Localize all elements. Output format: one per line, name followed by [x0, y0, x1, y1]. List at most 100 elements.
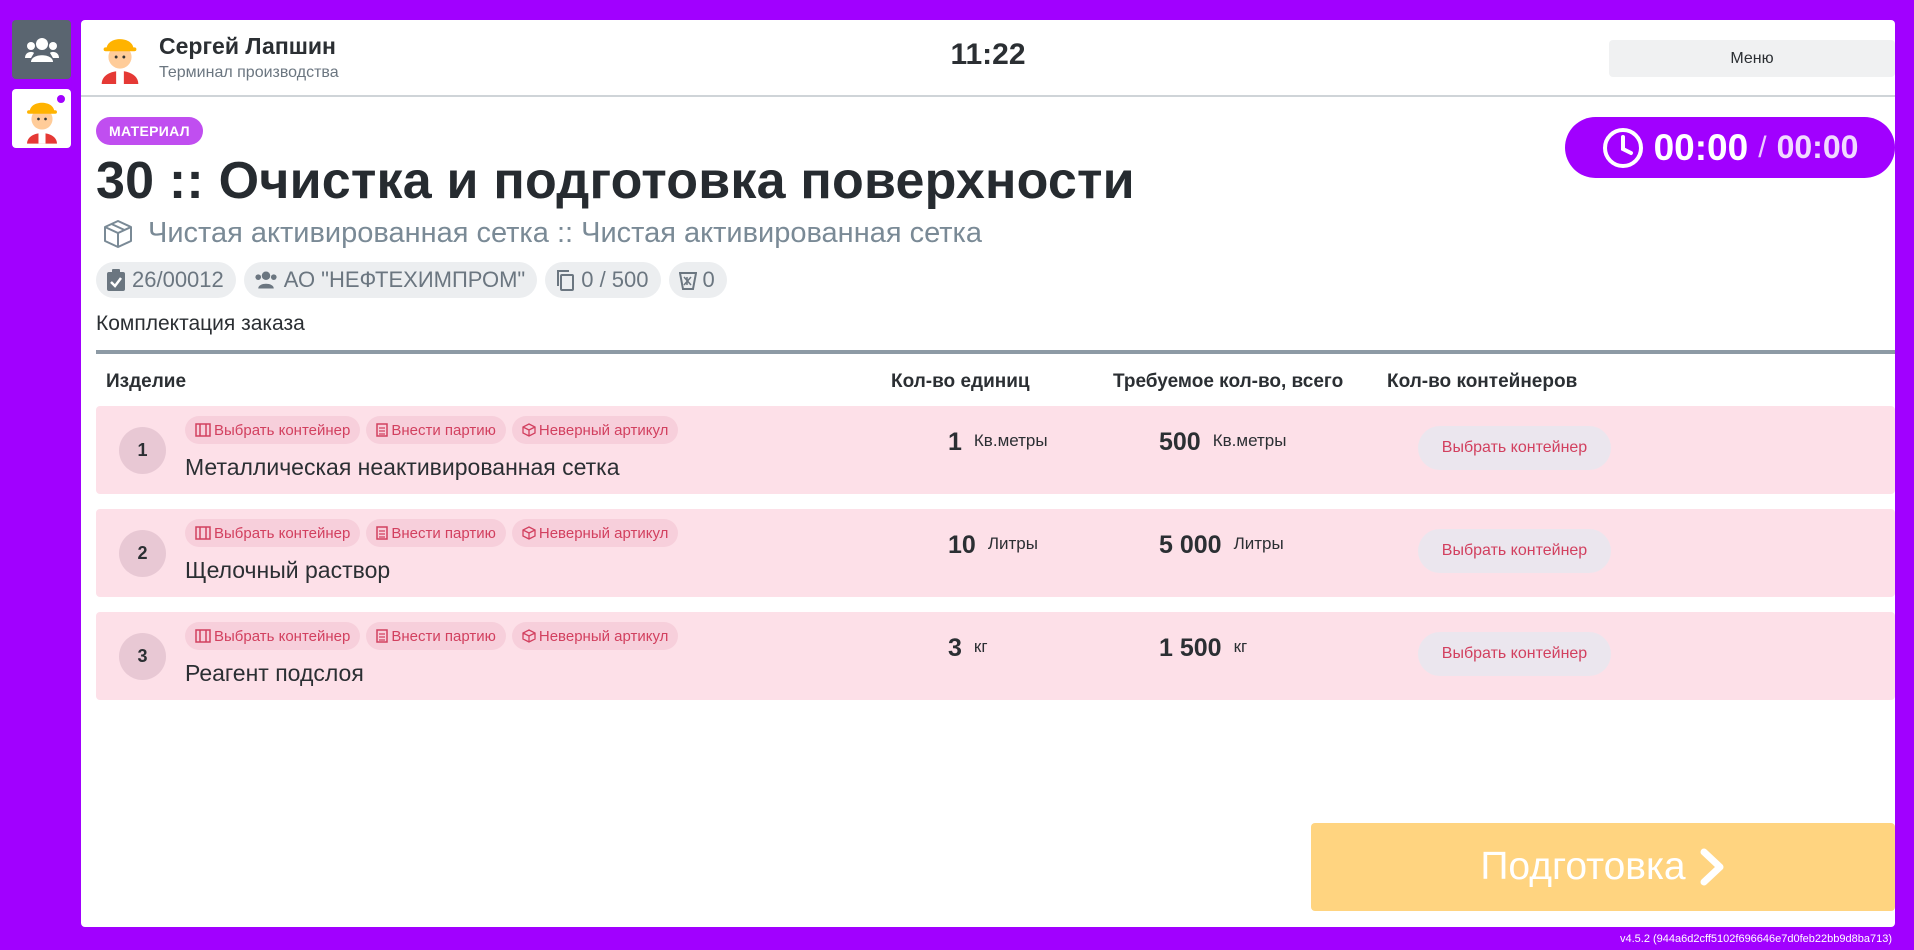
tag-label: Неверный артикул	[538, 421, 669, 439]
chevron-right-icon	[1700, 848, 1724, 886]
section-title: Комплектация заказа	[96, 312, 305, 335]
tag-label: Внести партию	[391, 524, 496, 542]
select-container-tag[interactable]: Выбрать контейнер	[185, 416, 361, 444]
required-uom: кг	[1233, 637, 1248, 656]
required-qty: 5 000 Литры	[1159, 531, 1284, 560]
row-number: 1	[119, 427, 166, 474]
row-number: 2	[119, 530, 166, 577]
units-value: 1	[948, 428, 962, 456]
order-chip: 26/00012	[96, 262, 236, 298]
units-qty: 1 Кв.метры	[948, 428, 1048, 457]
header: Сергей Лапшин Терминал производства 11:2…	[81, 20, 1895, 97]
tag-label: Выбрать контейнер	[214, 524, 351, 542]
timer-elapsed: 00:00	[1653, 126, 1749, 168]
main-panel: Сергей Лапшин Терминал производства 11:2…	[81, 20, 1895, 927]
worker-avatar-icon	[101, 39, 139, 84]
tag-label: Выбрать контейнер	[214, 627, 351, 645]
users-button[interactable]	[12, 20, 71, 79]
order-number: 26/00012	[132, 267, 224, 292]
status-dot	[55, 93, 67, 105]
left-rail	[12, 20, 71, 158]
tag-label: Неверный артикул	[538, 524, 669, 542]
wrong-article-tag[interactable]: Неверный артикул	[511, 519, 679, 547]
item-name: Реагент подслоя	[185, 660, 364, 686]
tag-label: Выбрать контейнер	[214, 421, 351, 439]
user-name: Сергей Лапшин	[159, 33, 336, 59]
enter-batch-tag[interactable]: Внести партию	[366, 622, 506, 650]
timer-separator: /	[1758, 130, 1767, 164]
row-tags: Выбрать контейнер Внести партию Неверный…	[185, 622, 679, 650]
container-icon	[195, 423, 211, 437]
progress-chip: 0 / 500	[545, 262, 661, 298]
required-value: 500	[1159, 428, 1201, 456]
select-container-button[interactable]: Выбрать контейнер	[1418, 426, 1611, 470]
material-badge: МАТЕРИАЛ	[96, 117, 203, 145]
timer-planned: 00:00	[1776, 129, 1859, 165]
required-value: 5 000	[1159, 531, 1222, 559]
operation-content: МАТЕРИАЛ 00:00 / 00:00 30 :: Очистка и п…	[96, 117, 1895, 715]
header-units: Кол-во единиц	[891, 371, 1030, 392]
version-label: v4.5.2 (944a6d2cff5102f696646e7d0feb22bb…	[1620, 933, 1892, 945]
cube-icon	[522, 629, 536, 643]
timer: 00:00 / 00:00	[1565, 117, 1895, 178]
required-uom: Литры	[1233, 534, 1284, 553]
item-name: Металлическая неактивированная сетка	[185, 454, 620, 480]
units-uom: кг	[973, 637, 988, 656]
cube-icon	[522, 526, 536, 540]
cube-icon	[522, 423, 536, 437]
wrong-article-tag[interactable]: Неверный артикул	[511, 416, 679, 444]
waste-bin-icon	[678, 272, 697, 290]
units-qty: 10 Литры	[948, 531, 1038, 560]
units-uom: Литры	[987, 534, 1038, 553]
current-worker-button[interactable]	[12, 89, 71, 148]
next-step-button[interactable]: Подготовка	[1311, 823, 1895, 911]
row-tags: Выбрать контейнер Внести партию Неверный…	[185, 416, 679, 444]
units-uom: Кв.метры	[973, 431, 1048, 450]
select-container-tag[interactable]: Выбрать контейнер	[185, 519, 361, 547]
user-role: Терминал производства	[159, 64, 339, 81]
customer-name: АО "НЕФТЕХИМПРОМ"	[283, 267, 526, 292]
header-item: Изделие	[106, 371, 187, 392]
list-icon	[376, 526, 389, 540]
users-icon	[24, 37, 59, 62]
units-value: 3	[948, 634, 962, 662]
waste-chip: 0	[668, 262, 727, 298]
wrong-article-tag[interactable]: Неверный артикул	[511, 622, 679, 650]
tag-label: Внести партию	[391, 627, 496, 645]
select-container-tag[interactable]: Выбрать контейнер	[185, 622, 361, 650]
waste-count: 0	[702, 267, 715, 292]
customer-chip: АО "НЕФТЕХИМПРОМ"	[243, 262, 538, 298]
table-row: 2 Выбрать контейнер Внести партию Неверн…	[96, 509, 1895, 597]
enter-batch-tag[interactable]: Внести партию	[366, 519, 506, 547]
progress-count: 0 / 500	[581, 267, 649, 292]
select-container-button[interactable]: Выбрать контейнер	[1418, 529, 1611, 573]
container-icon	[195, 526, 211, 540]
units-qty: 3 кг	[948, 634, 988, 663]
copy-icon	[557, 270, 575, 291]
table-row: 1 Выбрать контейнер Внести партию Неверн…	[96, 406, 1895, 494]
clipboard-check-icon	[107, 269, 125, 291]
row-tags: Выбрать контейнер Внести партию Неверный…	[185, 519, 679, 547]
tag-label: Внести партию	[391, 421, 496, 439]
table-body: 1 Выбрать контейнер Внести партию Неверн…	[96, 406, 1895, 700]
units-value: 10	[948, 531, 976, 559]
enter-batch-tag[interactable]: Внести партию	[366, 416, 506, 444]
next-step-label: Подготовка	[1480, 845, 1686, 888]
container-icon	[195, 629, 211, 643]
required-value: 1 500	[1159, 634, 1222, 662]
users-group-icon	[255, 271, 277, 289]
select-container-button[interactable]: Выбрать контейнер	[1418, 632, 1611, 676]
row-number: 3	[119, 633, 166, 680]
header-containers: Кол-во контейнеров	[1387, 371, 1578, 392]
required-qty: 500 Кв.метры	[1159, 428, 1286, 457]
table-header: Изделие Кол-во единиц Требуемое кол-во, …	[96, 354, 1895, 406]
box-icon	[104, 219, 132, 248]
product-name: Чистая активированная сетка :: Чистая ак…	[148, 217, 983, 249]
list-icon	[376, 629, 389, 643]
menu-button[interactable]: Меню	[1609, 40, 1895, 77]
required-uom: Кв.метры	[1212, 431, 1287, 450]
product-line: Чистая активированная сетка :: Чистая ак…	[96, 217, 1895, 250]
table-row: 3 Выбрать контейнер Внести партию Неверн…	[96, 612, 1895, 700]
header-required: Требуемое кол-во, всего	[1113, 371, 1344, 392]
info-chips: 26/00012 АО "НЕФТЕХИМПРОМ" 0 / 500 0	[96, 262, 1895, 298]
